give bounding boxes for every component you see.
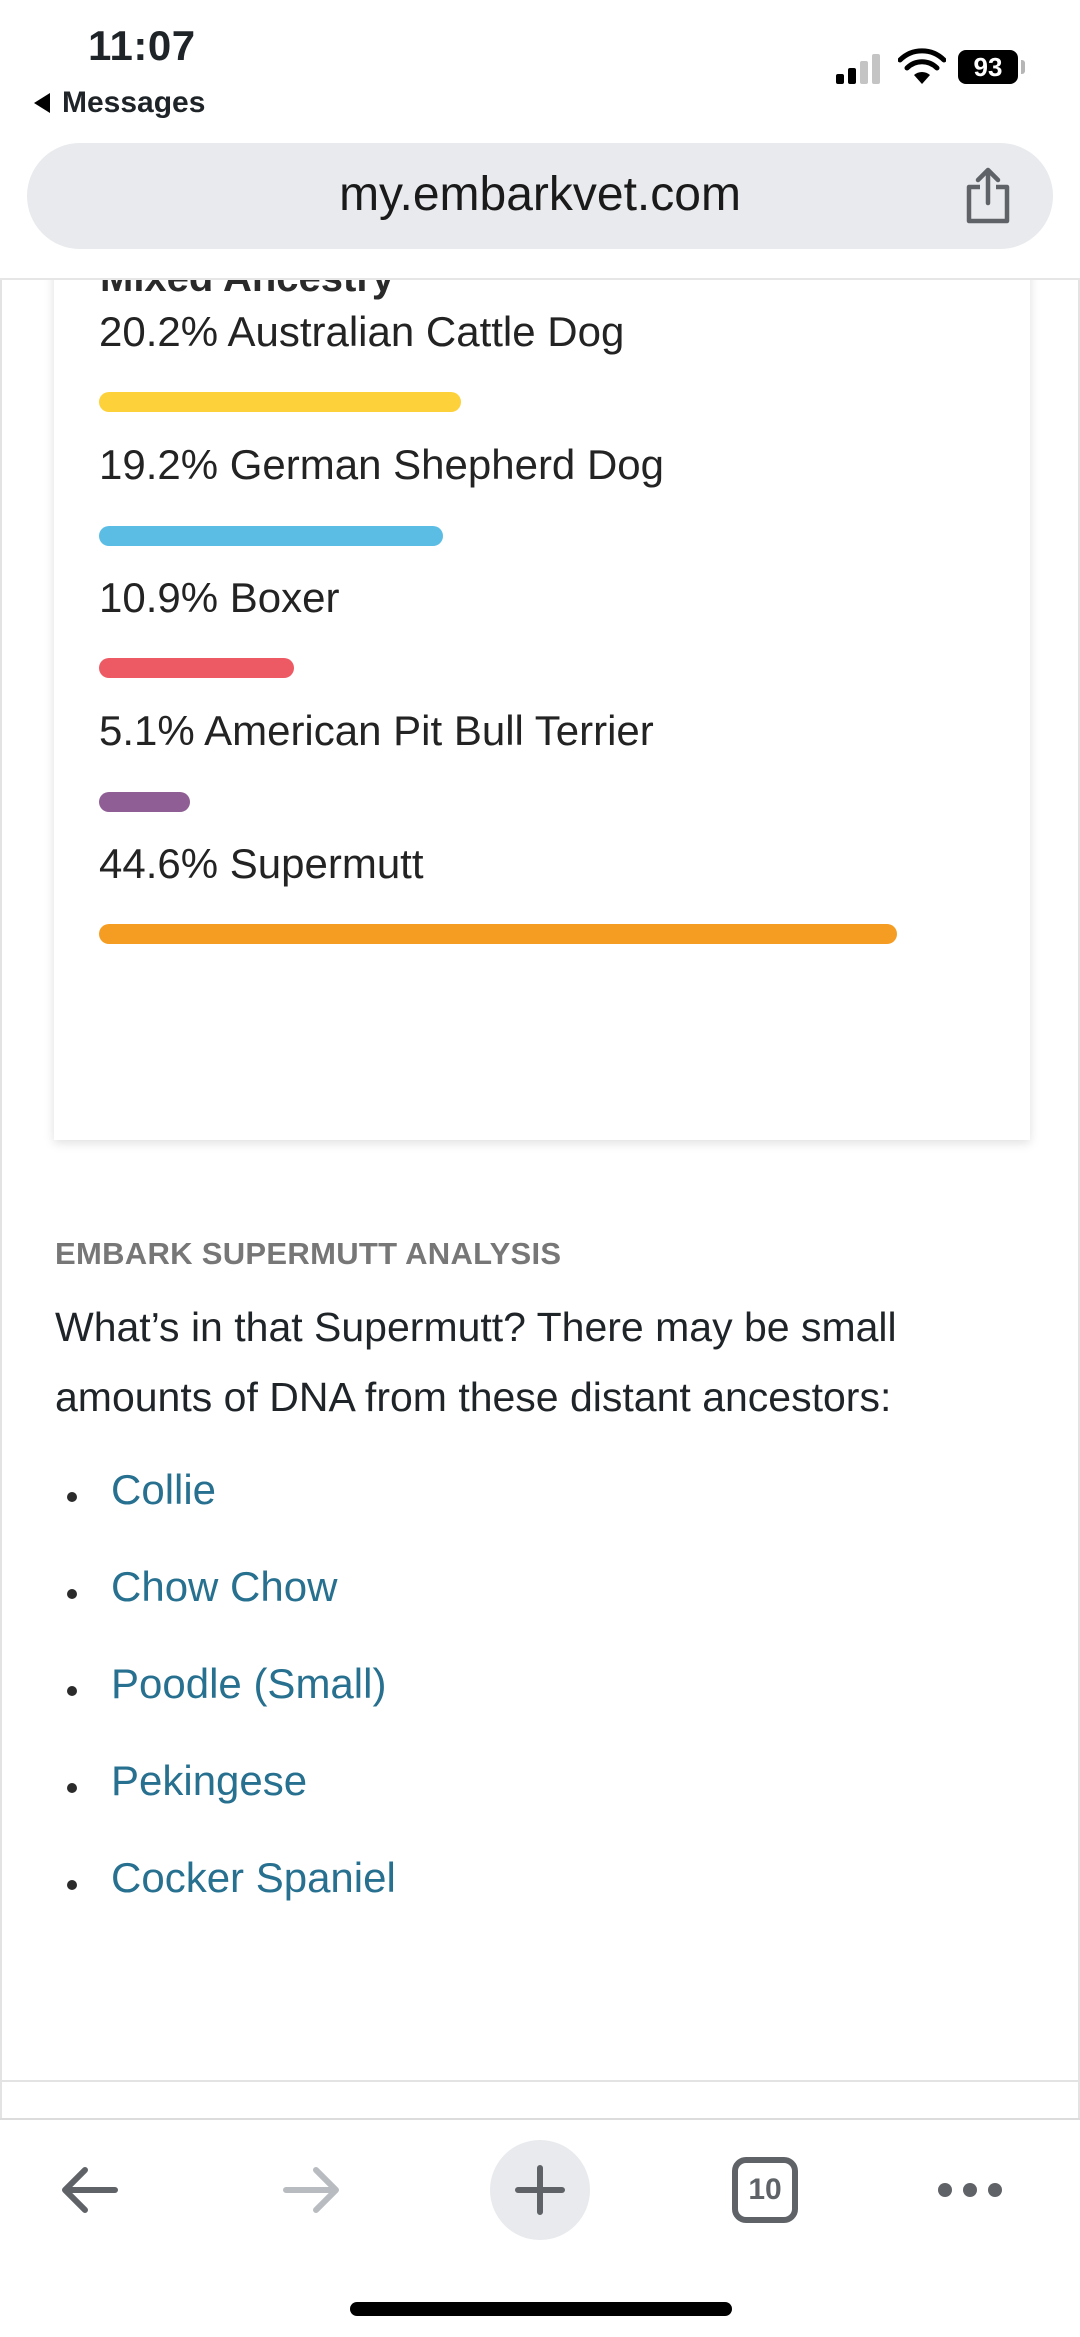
ancestor-link-cocker-spaniel[interactable]: Cocker Spaniel [111,1854,396,1902]
ancestor-link-poodle-small[interactable]: Poodle (Small) [111,1660,386,1708]
more-options-button[interactable] [920,2140,1020,2240]
wifi-icon [898,48,946,84]
breed-label: 5.1% American Pit Bull Terrier [99,707,654,754]
share-icon[interactable] [961,167,1015,225]
breed-bar [99,526,443,546]
bullet-icon [67,1589,77,1599]
page-bottom-divider [2,2080,1078,2082]
breed-bar [99,392,461,412]
back-triangle-icon [34,93,50,113]
home-indicator [350,2302,732,2316]
tab-count: 10 [732,2157,798,2223]
bullet-icon [67,1783,77,1793]
more-dots-icon [938,2183,1002,2197]
arrow-left-icon [62,2167,118,2213]
cellular-signal-icon [836,52,884,84]
supermutt-analysis-heading: EMBARK SUPERMUTT ANALYSIS [55,1236,562,1271]
tab-switcher-button[interactable]: 10 [715,2140,815,2240]
status-time: 11:07 [88,22,196,69]
card-title: Mixed Ancestry [100,280,394,301]
battery-indicator: 93 [958,50,1018,84]
plus-icon [515,2165,565,2215]
ancestor-link-collie[interactable]: Collie [111,1466,216,1514]
ancestry-card: Mixed Ancestry 20.2% Australian Cattle D… [54,280,1030,1140]
breed-label: 10.9% Boxer [99,574,340,621]
arrow-right-icon [283,2167,339,2213]
supermutt-description: What’s in that Supermutt? There may be s… [55,1304,897,1420]
ancestor-link-pekingese[interactable]: Pekingese [111,1757,307,1805]
battery-tip [1021,60,1025,74]
forward-button[interactable] [263,2140,363,2240]
web-page[interactable]: Mixed Ancestry 20.2% Australian Cattle D… [0,280,1080,2118]
breed-label: 44.6% Supermutt [99,840,424,887]
breed-bar [99,924,898,944]
status-bar: 11:07 Messages 93 [0,0,1080,128]
bullet-icon [67,1492,77,1502]
new-tab-button[interactable] [490,2140,590,2240]
ancestor-link-chow-chow[interactable]: Chow Chow [111,1563,337,1611]
breed-label: 19.2% German Shepherd Dog [99,441,665,488]
breed-bar [99,792,191,812]
breed-label: 20.2% Australian Cattle Dog [99,308,625,355]
breed-bar [99,658,295,678]
back-to-messages[interactable]: Messages [34,86,205,120]
url-text: my.embarkvet.com [339,168,741,221]
bullet-icon [67,1686,77,1696]
url-bar[interactable]: my.embarkvet.com [27,143,1053,249]
bullet-icon [67,1880,77,1890]
back-button[interactable] [38,2140,138,2240]
back-to-messages-label: Messages [62,86,206,119]
